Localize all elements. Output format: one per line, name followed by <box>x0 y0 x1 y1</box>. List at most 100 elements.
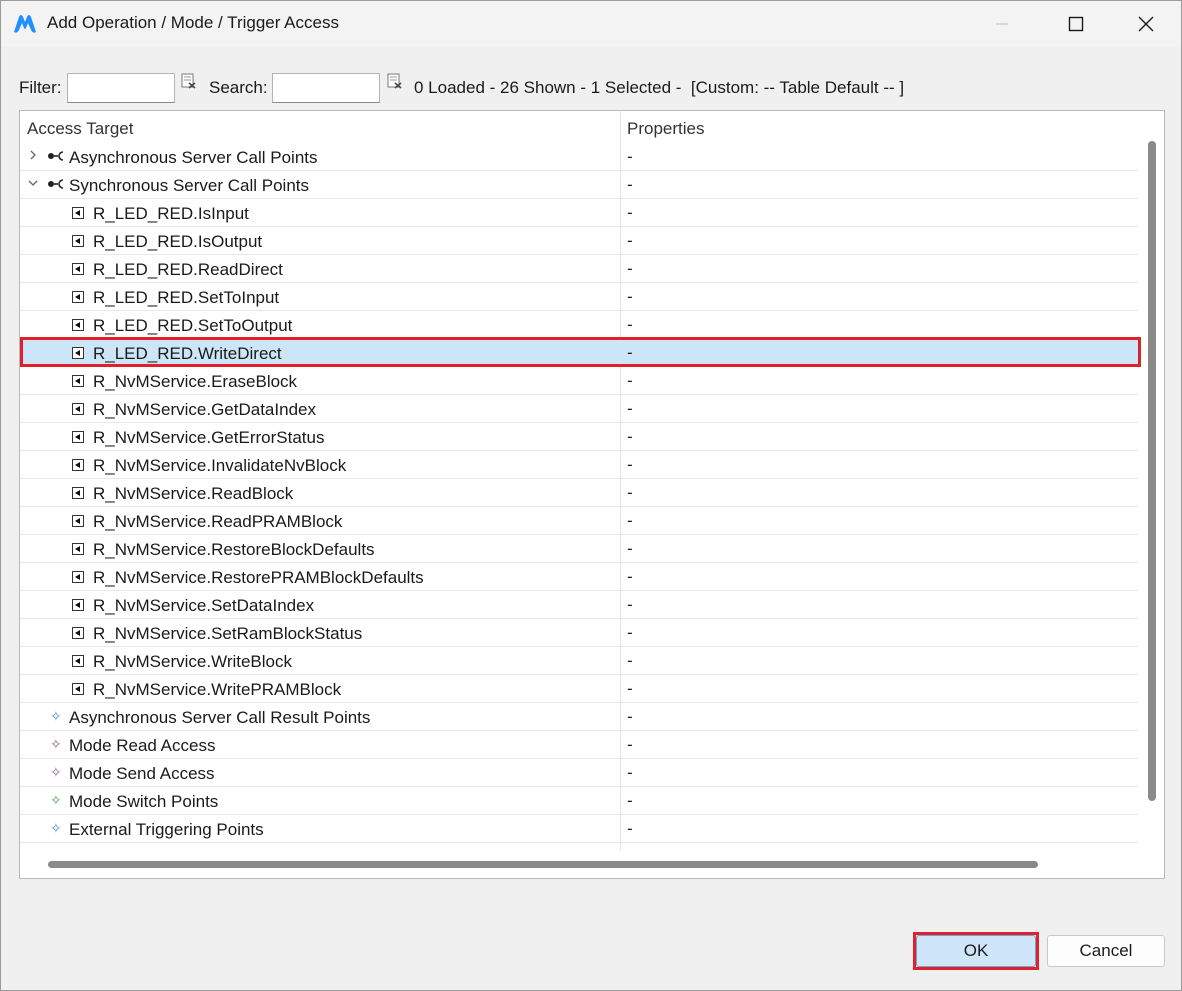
properties-cell: - <box>627 651 633 670</box>
table-row[interactable]: R_NvMService.ReadBlock - <box>20 479 1138 507</box>
access-target-cell: R_NvMService.EraseBlock <box>93 372 298 391</box>
properties-cell: - <box>627 343 633 362</box>
access-target-cell: R_NvMService.WriteBlock <box>93 652 293 671</box>
access-target-cell: R_NvMService.RestorePRAMBlockDefaults <box>93 568 424 587</box>
operation-icon <box>72 263 84 275</box>
properties-cell: - <box>627 455 633 474</box>
table-row[interactable]: R_LED_RED.IsOutput - <box>20 227 1138 255</box>
operation-icon <box>72 319 84 331</box>
table-row[interactable]: R_NvMService.SetDataIndex - <box>20 591 1138 619</box>
table-row[interactable]: R_NvMService.GetErrorStatus - <box>20 423 1138 451</box>
access-target-table[interactable]: Access Target Properties Asynchronous Se… <box>19 110 1165 879</box>
filter-input[interactable] <box>67 73 175 103</box>
search-input[interactable] <box>272 73 380 103</box>
access-point-icon: ✧ <box>50 820 62 836</box>
clear-search-icon[interactable] <box>387 73 403 89</box>
access-target-cell: Asynchronous Server Call Points <box>69 148 318 167</box>
app-logo-icon <box>14 15 36 33</box>
access-target-cell: R_LED_RED.IsOutput <box>93 232 263 251</box>
vertical-scrollbar[interactable] <box>1148 141 1156 801</box>
properties-cell: - <box>627 427 633 446</box>
operation-icon <box>72 515 84 527</box>
table-row[interactable]: R_NvMService.EraseBlock - <box>20 367 1138 395</box>
access-point-icon: ✧ <box>50 708 62 724</box>
minimize-button[interactable] <box>967 1 1037 47</box>
column-header-properties[interactable]: Properties <box>627 119 704 139</box>
access-target-cell: R_LED_RED.IsInput <box>93 204 249 223</box>
access-target-cell: R_LED_RED.WriteDirect <box>93 344 282 363</box>
properties-cell: - <box>627 763 633 782</box>
properties-cell: - <box>627 595 633 614</box>
properties-cell: - <box>627 371 633 390</box>
access-target-cell: R_LED_RED.ReadDirect <box>93 260 283 279</box>
properties-cell: - <box>627 231 633 250</box>
horizontal-scrollbar[interactable] <box>48 861 1038 868</box>
table-status-text: 0 Loaded - 26 Shown - 1 Selected - [Cust… <box>414 78 905 97</box>
properties-cell: - <box>627 483 633 502</box>
table-row[interactable]: R_NvMService.ReadPRAMBlock - <box>20 507 1138 535</box>
table-row[interactable]: Synchronous Server Call Points - <box>20 171 1138 199</box>
table-row[interactable]: R_NvMService.RestorePRAMBlockDefaults - <box>20 563 1138 591</box>
table-row[interactable]: ✧ Mode Send Access - <box>20 759 1138 787</box>
table-row[interactable]: R_NvMService.WritePRAMBlock - <box>20 675 1138 703</box>
table-row[interactable]: R_LED_RED.ReadDirect - <box>20 255 1138 283</box>
minimize-icon <box>996 23 1008 25</box>
chevron-down-icon[interactable] <box>27 177 39 189</box>
operation-icon <box>72 599 84 611</box>
ok-button[interactable]: OK <box>916 935 1036 967</box>
dialog-window: Add Operation / Mode / Trigger Access Fi… <box>0 0 1182 991</box>
cancel-button[interactable]: Cancel <box>1047 935 1165 967</box>
table-row[interactable]: R_LED_RED.SetToOutput - <box>20 311 1138 339</box>
properties-cell: - <box>627 287 633 306</box>
table-body: Asynchronous Server Call Points - Synchron… <box>20 143 1138 843</box>
operation-icon <box>72 655 84 667</box>
access-point-icon: ✧ <box>50 736 62 752</box>
properties-cell: - <box>627 735 633 754</box>
properties-cell: - <box>627 679 633 698</box>
properties-cell: - <box>627 175 633 194</box>
chevron-right-icon[interactable] <box>27 149 39 161</box>
properties-cell: - <box>627 623 633 642</box>
access-target-cell: R_NvMService.GetErrorStatus <box>93 428 325 447</box>
column-header-access-target[interactable]: Access Target <box>27 119 133 139</box>
table-row[interactable]: ✧ Asynchronous Server Call Result Points - <box>20 703 1138 731</box>
properties-cell: - <box>627 259 633 278</box>
table-row[interactable]: R_NvMService.SetRamBlockStatus - <box>20 619 1138 647</box>
operation-icon <box>72 235 84 247</box>
properties-cell: - <box>627 511 633 530</box>
table-row[interactable]: R_LED_RED.SetToInput - <box>20 283 1138 311</box>
table-row[interactable]: R_NvMService.InvalidateNvBlock - <box>20 451 1138 479</box>
access-target-cell: R_NvMService.InvalidateNvBlock <box>93 456 347 475</box>
operation-icon <box>72 627 84 639</box>
access-target-cell: R_NvMService.ReadBlock <box>93 484 294 503</box>
properties-cell: - <box>627 791 633 810</box>
properties-cell: - <box>627 315 633 334</box>
table-row[interactable]: Asynchronous Server Call Points - <box>20 143 1138 171</box>
search-label: Search: <box>209 78 268 97</box>
table-row[interactable]: R_NvMService.WriteBlock - <box>20 647 1138 675</box>
table-row[interactable]: ✧ External Triggering Points - <box>20 815 1138 843</box>
clear-filter-icon[interactable] <box>181 73 197 89</box>
operation-icon <box>72 207 84 219</box>
close-button[interactable] <box>1111 1 1181 47</box>
table-row[interactable]: R_LED_RED.WriteDirect - <box>20 339 1138 367</box>
access-target-cell: R_NvMService.GetDataIndex <box>93 400 316 419</box>
table-row[interactable]: R_NvMService.GetDataIndex - <box>20 395 1138 423</box>
operation-icon <box>72 571 84 583</box>
properties-cell: - <box>627 147 633 166</box>
table-row[interactable]: R_LED_RED.IsInput - <box>20 199 1138 227</box>
filter-toolbar: Filter: Search: 0 Loaded - 26 Shown - 1 … <box>1 69 1181 105</box>
filter-label: Filter: <box>19 78 62 97</box>
operation-icon <box>72 543 84 555</box>
properties-cell: - <box>627 819 633 838</box>
table-row[interactable]: ✧ Mode Switch Points - <box>20 787 1138 815</box>
table-row[interactable]: R_NvMService.RestoreBlockDefaults - <box>20 535 1138 563</box>
access-target-cell: External Triggering Points <box>69 820 264 839</box>
title-bar[interactable]: Add Operation / Mode / Trigger Access <box>1 1 1181 47</box>
access-target-cell: R_NvMService.WritePRAMBlock <box>93 680 342 699</box>
operation-icon <box>72 291 84 303</box>
properties-cell: - <box>627 539 633 558</box>
table-row[interactable]: ✧ Mode Read Access - <box>20 731 1138 759</box>
maximize-button[interactable] <box>1041 1 1111 47</box>
operation-icon <box>72 431 84 443</box>
